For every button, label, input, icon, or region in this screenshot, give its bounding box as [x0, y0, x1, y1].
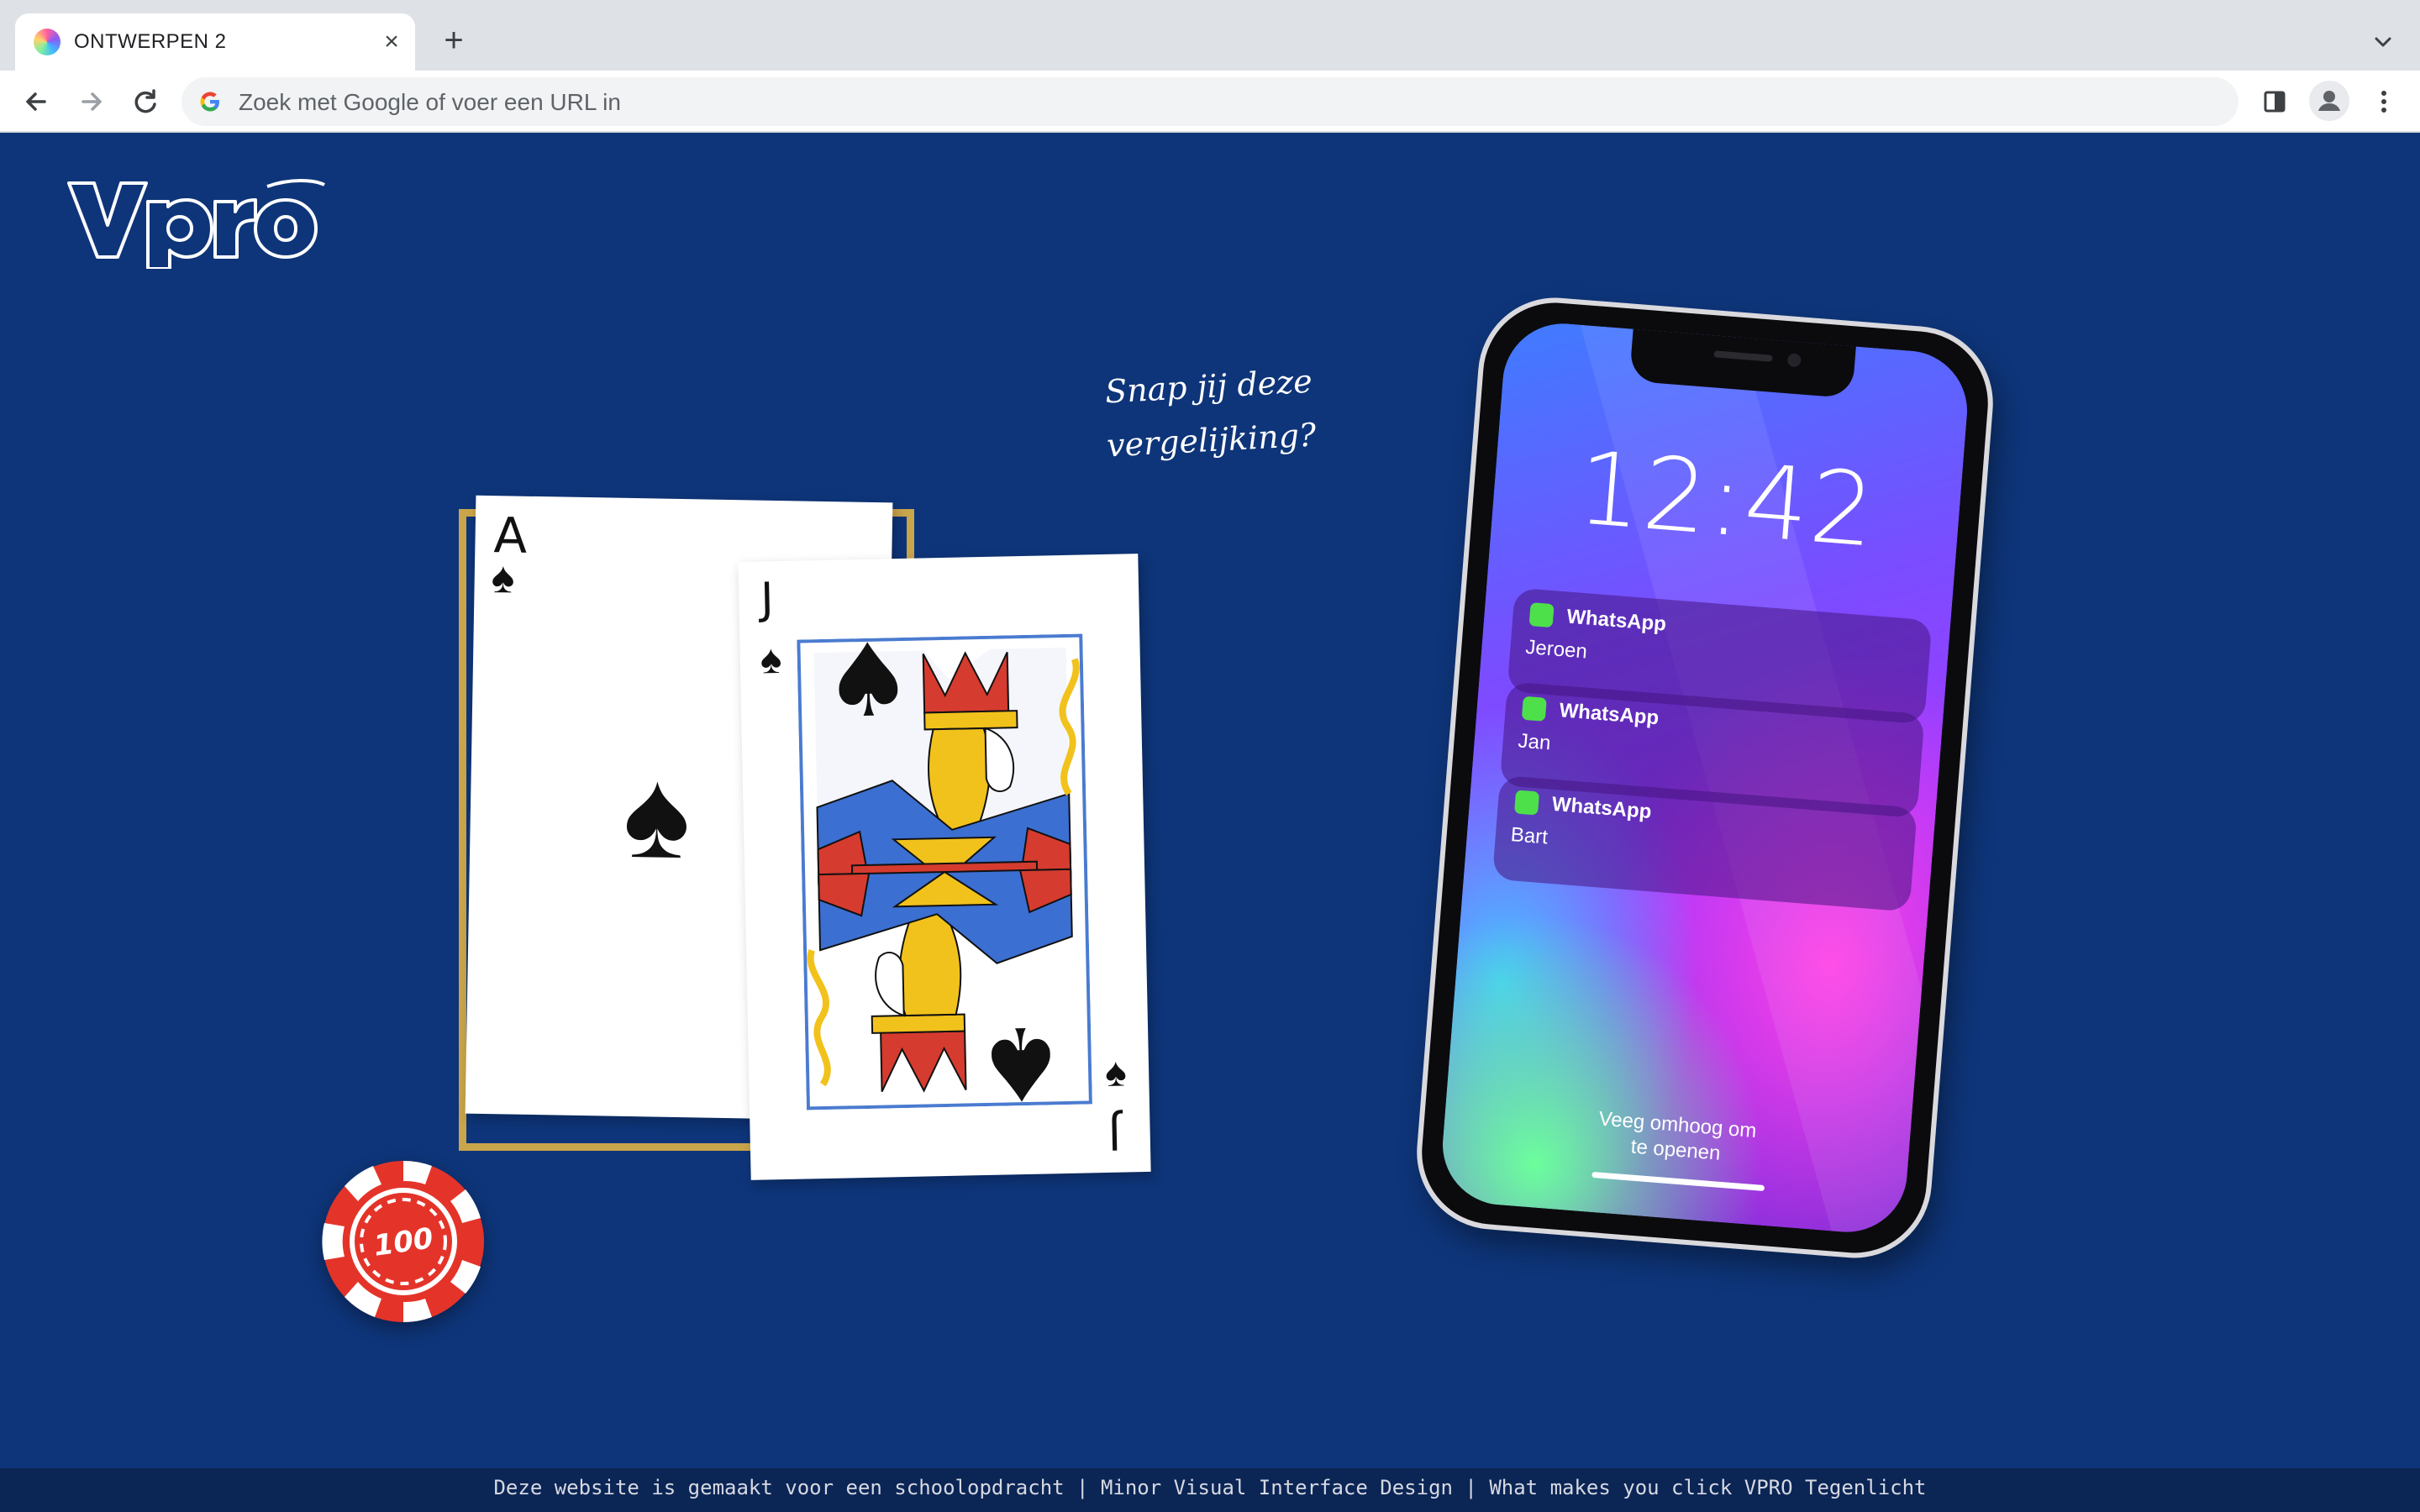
forward-arrow-icon [82, 92, 102, 111]
browser-tab[interactable]: ONTWERPEN 2 × [15, 13, 415, 71]
back-button[interactable] [17, 82, 55, 121]
google-icon [200, 92, 219, 112]
jack-corner-suit-bottom: ♠ [1104, 1050, 1128, 1096]
camera-icon [1786, 353, 1802, 368]
whatsapp-icon [1513, 790, 1540, 816]
whatsapp-icon [1521, 696, 1547, 722]
notification-app: WhatsApp [1565, 605, 1667, 636]
vpro-logo-icon [67, 179, 325, 270]
vpro-logo[interactable] [66, 176, 326, 270]
lock-screen[interactable]: 12:42 WhatsApp Jeroen WhatsApp Jan Whats… [1438, 318, 1972, 1237]
jack-rank: J [760, 574, 775, 625]
tab-search-button[interactable] [2366, 25, 2400, 59]
tagline: Snap jij deze vergelijking? [1090, 354, 1330, 473]
poker-chip-icon: 100 [322, 1160, 484, 1323]
svg-text:♠: ♠ [975, 1003, 1067, 1110]
home-indicator[interactable] [1591, 1171, 1765, 1192]
phone-frame: 12:42 WhatsApp Jeroen WhatsApp Jan Whats… [1411, 291, 1999, 1264]
tab-close-button[interactable]: × [375, 25, 408, 59]
notification-app: WhatsApp [1558, 699, 1660, 730]
forward-button[interactable] [72, 82, 111, 121]
chevron-down-icon [2375, 37, 2391, 47]
back-arrow-icon [26, 92, 46, 111]
phone-mockup: 12:42 WhatsApp Jeroen WhatsApp Jan Whats… [1411, 291, 1999, 1264]
speaker-icon [1713, 350, 1773, 362]
more-menu-button[interactable] [2365, 82, 2403, 121]
jack-of-spades-card[interactable]: J ♠ J ♠ ♠ ♠ [738, 554, 1151, 1180]
svg-text:♠: ♠ [822, 633, 914, 740]
footer: Deze website is gemaakt voor een schoolo… [0, 1468, 2420, 1512]
ace-center-spade-icon: ♠ [622, 742, 692, 885]
browser-toolbar: Zoek met Google of voer een URL in [0, 71, 2420, 133]
tagline-line-2: vergelijking? [1106, 416, 1318, 465]
favicon-icon [34, 29, 60, 55]
lock-screen-clock: 12:42 [1573, 430, 1881, 570]
reload-button[interactable] [126, 82, 165, 121]
address-placeholder: Zoek met Google of voer een URL in [239, 89, 621, 115]
notification-sender: Jeroen [1524, 635, 1588, 664]
ace-corner-suit: ♠ [491, 554, 515, 603]
jack-corner-suit: ♠ [760, 638, 782, 683]
page-content: Snap jij deze vergelijking? A ♠ ♠ J ♠ J … [0, 133, 2420, 1512]
whatsapp-icon [1528, 602, 1555, 628]
profile-button[interactable] [2309, 81, 2349, 121]
tab-strip: ONTWERPEN 2 × + [0, 0, 2420, 71]
profile-icon [2318, 91, 2340, 111]
side-panel-button[interactable] [2255, 82, 2294, 121]
tab-title: ONTWERPEN 2 [74, 30, 227, 53]
more-menu-icon [2381, 91, 2386, 113]
side-panel-icon [2264, 91, 2286, 113]
notification-sender: Jan [1517, 729, 1552, 755]
jack-rank-bottom: J [1107, 1107, 1122, 1158]
address-bar[interactable]: Zoek met Google of voer een URL in [182, 77, 2238, 126]
notification-app: WhatsApp [1550, 792, 1653, 824]
poker-chip[interactable]: 100 [321, 1159, 486, 1324]
jack-illustration-icon: ♠ ♠ [797, 622, 1092, 1121]
footer-text: Deze website is gemaakt voor een schoolo… [493, 1476, 1927, 1499]
jack-face-art: ♠ ♠ [797, 622, 1092, 1121]
reload-icon [134, 89, 156, 113]
notification-sender: Bart [1509, 823, 1549, 849]
new-tab-button[interactable]: + [437, 24, 471, 57]
